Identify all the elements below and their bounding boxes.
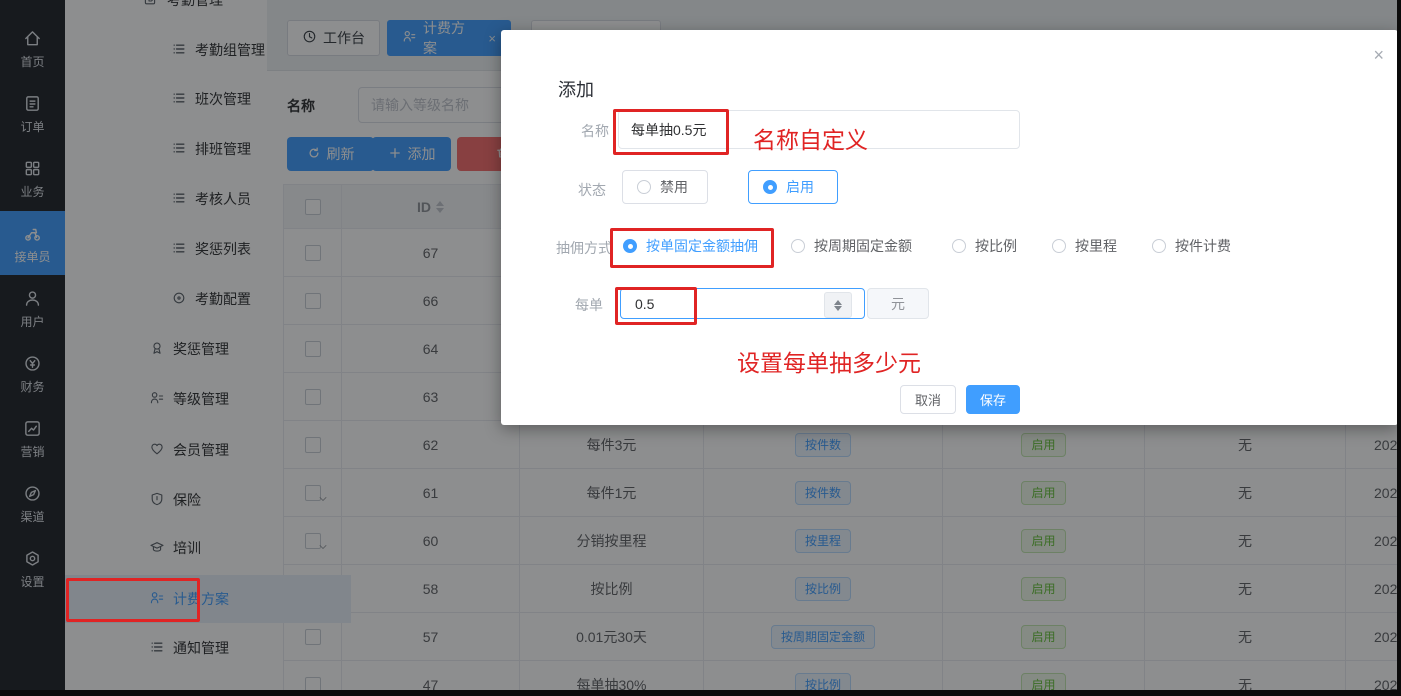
step-down-icon[interactable] [834, 306, 842, 311]
number-stepper[interactable] [824, 292, 852, 318]
annotation-amount-note: 设置每单抽多少元 [737, 344, 921, 378]
option-label: 按周期固定金额 [814, 236, 912, 256]
commission-option-by-ratio[interactable]: 按比例 [952, 236, 1017, 256]
per-order-amount-input[interactable]: 0.5 [620, 288, 865, 319]
option-label: 启用 [786, 177, 814, 197]
option-label: 禁用 [660, 177, 688, 197]
screen-border [0, 690, 1401, 696]
option-label: 按件计费 [1175, 236, 1231, 256]
add-dialog: 添加 × 名称 状态 禁用 启用 抽佣方式 按单固定金额抽佣 [501, 30, 1397, 425]
option-label: 按单固定金额抽佣 [646, 236, 758, 256]
name-field-label: 名称 [537, 121, 609, 141]
unit-suffix: 元 [867, 288, 929, 319]
dialog-title: 添加 [558, 76, 594, 102]
commission-field-label: 抽佣方式 [540, 238, 612, 258]
radio-selected-icon [623, 239, 637, 253]
radio-icon [1052, 239, 1066, 253]
close-icon[interactable]: × [1373, 46, 1384, 64]
screen: 首页 订单 业务 接单员 用户 财务 [0, 0, 1401, 696]
step-up-icon[interactable] [834, 300, 842, 305]
radio-selected-icon [763, 180, 777, 194]
status-option-disabled[interactable]: 禁用 [622, 170, 708, 204]
radio-icon [637, 180, 651, 194]
cancel-button[interactable]: 取消 [900, 385, 956, 414]
commission-option-by-mileage[interactable]: 按里程 [1052, 236, 1117, 256]
amount-value: 0.5 [635, 296, 654, 312]
app-window: 首页 订单 业务 接单员 用户 财务 [0, 0, 1397, 690]
radio-icon [952, 239, 966, 253]
commission-option-fixed-per-cycle[interactable]: 按周期固定金额 [791, 236, 912, 256]
per-order-field-label: 每单 [531, 295, 603, 315]
plan-name-input[interactable] [618, 110, 1020, 149]
commission-option-by-piece[interactable]: 按件计费 [1152, 236, 1231, 256]
radio-icon [1152, 239, 1166, 253]
save-button[interactable]: 保存 [966, 385, 1020, 414]
status-field-label: 状态 [534, 180, 606, 200]
radio-icon [791, 239, 805, 253]
commission-option-fixed-per-order[interactable]: 按单固定金额抽佣 [623, 236, 758, 256]
status-option-enabled[interactable]: 启用 [748, 170, 838, 204]
option-label: 按里程 [1075, 236, 1117, 256]
option-label: 按比例 [975, 236, 1017, 256]
screen-border [1397, 0, 1401, 696]
